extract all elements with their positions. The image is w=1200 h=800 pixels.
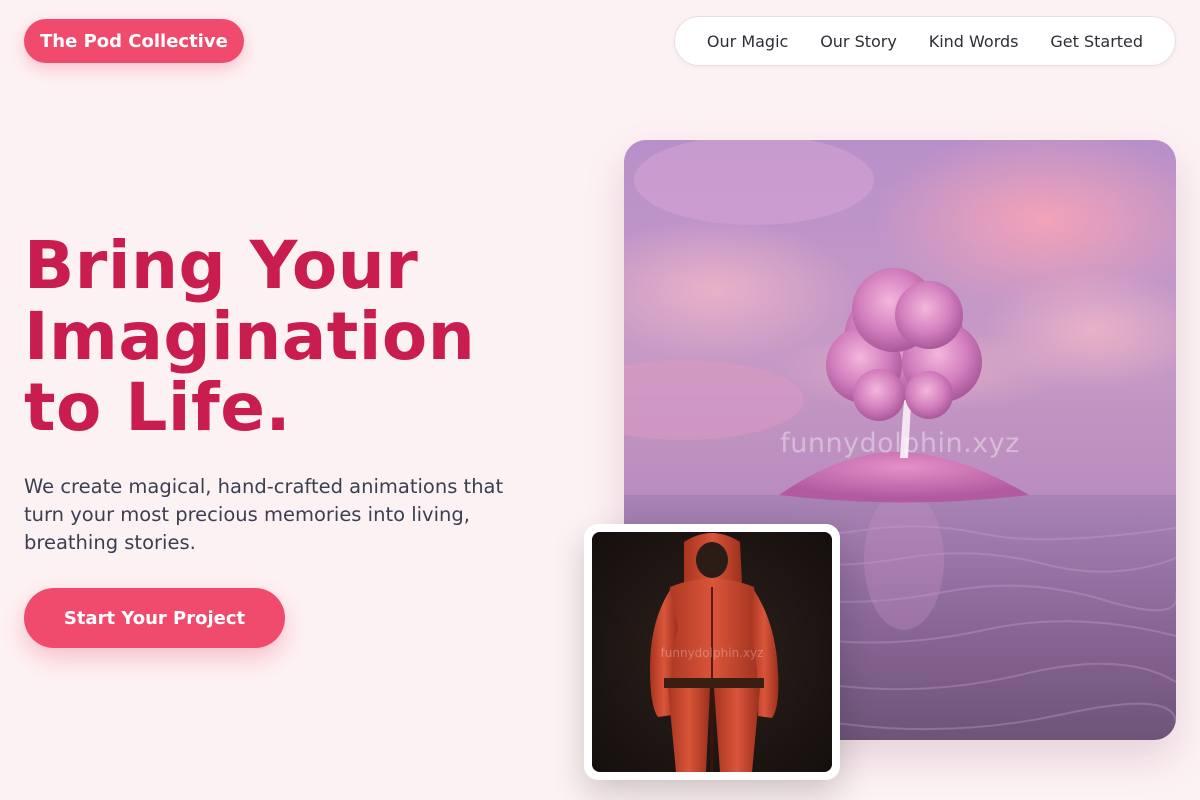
nav-link-get-started[interactable]: Get Started bbox=[1050, 32, 1143, 51]
headline-line-3: to Life. bbox=[24, 369, 292, 446]
headline-line-2: Imagination bbox=[24, 298, 476, 375]
thumbnail-watermark: funnydolphin.xyz bbox=[660, 646, 764, 660]
main-image-watermark: funnydolphin.xyz bbox=[780, 428, 1020, 459]
thumbnail-image-red-suit-figure: funnydolphin.xyz bbox=[592, 532, 832, 772]
headline-line-1: Bring Your bbox=[24, 227, 419, 304]
logo-button[interactable]: The Pod Collective bbox=[24, 19, 244, 63]
nav-link-our-story[interactable]: Our Story bbox=[820, 32, 897, 51]
main-nav: Our Magic Our Story Kind Words Get Start… bbox=[674, 16, 1176, 66]
hero-subtitle: We create magical, hand-crafted animatio… bbox=[24, 475, 504, 554]
nav-link-kind-words[interactable]: Kind Words bbox=[929, 32, 1019, 51]
hero-headline: Bring Your Imagination to Life. bbox=[24, 230, 584, 443]
thumbnail-card: funnydolphin.xyz bbox=[584, 524, 840, 780]
page: The Pod Collective Our Magic Our Story K… bbox=[0, 0, 1200, 800]
logo-text: The Pod Collective bbox=[40, 30, 228, 52]
start-project-button[interactable]: Start Your Project bbox=[24, 588, 285, 648]
nav-link-our-magic[interactable]: Our Magic bbox=[707, 32, 788, 51]
